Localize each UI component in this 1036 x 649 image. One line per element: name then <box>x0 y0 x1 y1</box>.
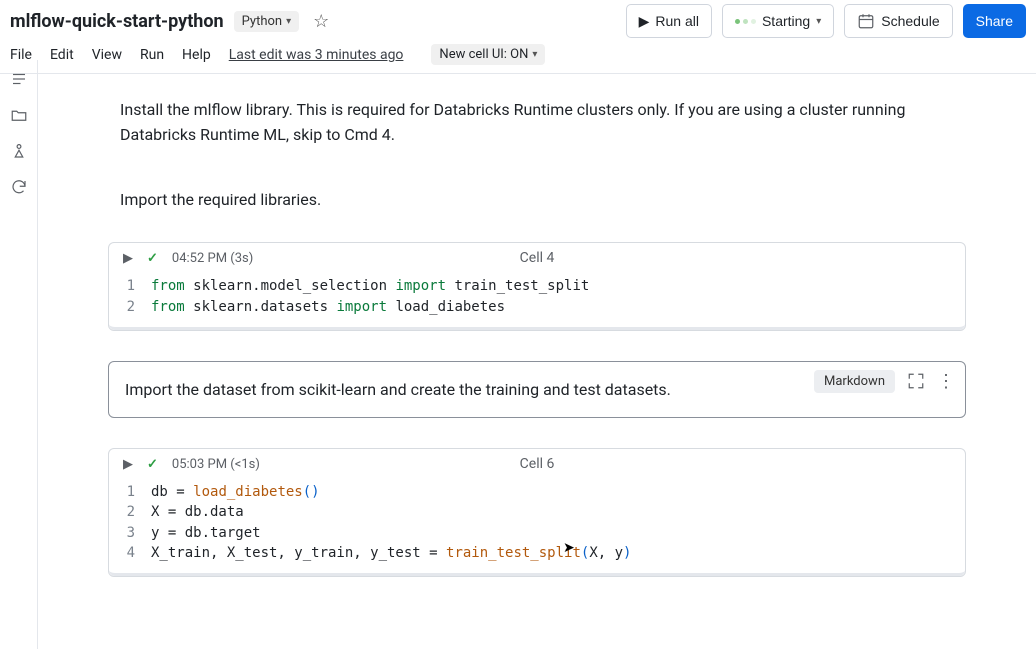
cell-label: Cell 4 <box>520 250 555 266</box>
expand-icon[interactable] <box>907 372 925 390</box>
code-line: X = db.data <box>151 502 244 522</box>
left-rail <box>0 60 38 649</box>
folder-icon[interactable] <box>10 106 28 124</box>
cell-timestamp: 05:03 PM (<1s) <box>172 457 260 472</box>
run-cell-button[interactable]: ▶ <box>123 457 133 472</box>
code-line: from sklearn.datasets import load_diabet… <box>151 297 505 317</box>
line-number: 1 <box>121 276 151 296</box>
run-cell-button[interactable]: ▶ <box>123 251 133 266</box>
code-line: X_train, X_test, y_train, y_test = train… <box>151 543 631 563</box>
language-picker[interactable]: Python ▾ <box>234 11 300 32</box>
chevron-down-icon: ▾ <box>286 16 291 27</box>
code-line: db = load_diabetes() <box>151 482 320 502</box>
star-icon[interactable]: ☆ <box>313 11 329 32</box>
refresh-icon[interactable] <box>10 178 28 196</box>
cell-timestamp: 04:52 PM (3s) <box>172 251 253 266</box>
schedule-label: Schedule <box>881 13 939 29</box>
calendar-icon <box>857 12 875 30</box>
share-button[interactable]: Share <box>963 4 1026 38</box>
code-editor[interactable]: 1 from sklearn.model_selection import tr… <box>109 272 965 330</box>
cell-label: Cell 6 <box>520 456 555 472</box>
cell-type-badge[interactable]: Markdown <box>814 370 895 393</box>
schedule-button[interactable]: Schedule <box>844 4 952 38</box>
code-editor[interactable]: 1 db = load_diabetes() 2 X = db.data 3 y… <box>109 478 965 576</box>
line-number: 1 <box>121 482 151 502</box>
notebook-content[interactable]: Install the mlflow library. This is requ… <box>38 60 1036 649</box>
code-cell[interactable]: ▶ ✓ 05:03 PM (<1s) Cell 6 1 db = load_di… <box>108 448 966 577</box>
check-icon: ✓ <box>147 457 158 472</box>
toc-icon[interactable] <box>10 70 28 88</box>
code-cell[interactable]: ▶ ✓ 04:52 PM (3s) Cell 4 1 from sklearn.… <box>108 242 966 331</box>
chevron-down-icon: ▾ <box>816 16 821 27</box>
experiments-icon[interactable] <box>10 142 28 160</box>
code-line: from sklearn.model_selection import trai… <box>151 276 589 296</box>
share-label: Share <box>976 13 1013 29</box>
cluster-status-label: Starting <box>762 13 810 29</box>
markdown-cell[interactable]: Import the required libraries. <box>120 188 954 213</box>
play-icon: ▶ <box>639 13 650 30</box>
line-number: 4 <box>121 543 151 563</box>
run-all-button[interactable]: ▶ Run all <box>626 4 712 38</box>
run-all-label: Run all <box>655 13 699 29</box>
line-number: 3 <box>121 523 151 543</box>
kebab-menu-icon[interactable]: ⋮ <box>937 371 955 392</box>
markdown-cell-selected[interactable]: Markdown ⋮ Import the dataset from sciki… <box>108 361 966 418</box>
markdown-cell[interactable]: Install the mlflow library. This is requ… <box>120 98 954 148</box>
code-line: y = db.target <box>151 523 261 543</box>
notebook-title[interactable]: mlflow-quick-start-python <box>10 11 224 32</box>
line-number: 2 <box>121 502 151 522</box>
chevron-down-icon: ▾ <box>532 49 537 60</box>
line-number: 2 <box>121 297 151 317</box>
language-label: Python <box>242 14 282 29</box>
loading-dots-icon <box>735 19 756 24</box>
cluster-status-button[interactable]: Starting ▾ <box>722 4 834 38</box>
check-icon: ✓ <box>147 251 158 266</box>
